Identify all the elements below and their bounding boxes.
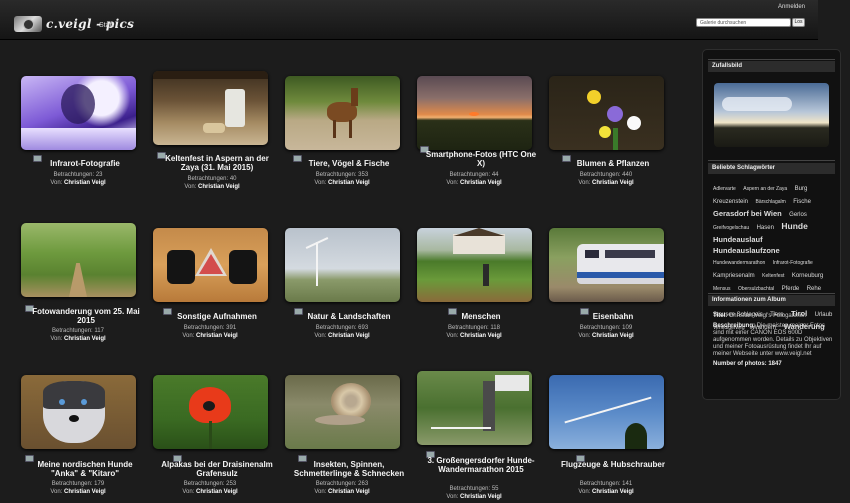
divider <box>708 160 835 161</box>
search-button[interactable]: Los <box>792 18 805 27</box>
tag-link[interactable]: Korneuburg <box>792 273 823 279</box>
album-title[interactable]: Natur & Landschaften <box>289 312 409 321</box>
album-thumbnail[interactable] <box>417 371 532 445</box>
login-link[interactable]: Anmelden <box>778 4 805 10</box>
album-meta: Betrachtungen: 253 Von: Christian Veigl <box>182 481 238 495</box>
search-input[interactable]: Galerie durchsuchen <box>696 18 791 27</box>
album-meta: Betrachtungen: 40 Von: Christian Veigl <box>184 176 240 190</box>
album-title[interactable]: Sonstige Aufnahmen <box>157 312 277 321</box>
random-image-heading: Zufallsbild <box>708 61 835 72</box>
album-card[interactable] <box>21 223 151 343</box>
album-title[interactable]: Tiere, Vögel & Fische <box>289 159 409 168</box>
tag-link[interactable]: Keltenfest <box>762 273 784 279</box>
tag-link[interactable]: Obersulzbachtal <box>738 286 774 292</box>
tag-link[interactable]: Hundeauslauf <box>713 235 763 244</box>
divider <box>708 59 835 60</box>
album-meta: Betrachtungen: 109 Von: Christian Veigl <box>578 325 634 339</box>
tag-link[interactable]: Pferde <box>782 286 800 292</box>
album-thumbnail[interactable] <box>549 76 664 150</box>
tags-heading: Beliebte Schlagwörter <box>708 163 835 174</box>
tag-link[interactable]: Aspern an der Zaya <box>743 186 787 192</box>
tag-link[interactable]: Hunde <box>781 221 807 231</box>
divider <box>708 293 835 294</box>
album-title[interactable]: Meine nordischen Hunde "Anka" & "Kitaro" <box>25 460 145 478</box>
album-title[interactable]: 3. Großengersdorfer Hunde-Wandermarathon… <box>421 456 541 474</box>
album-title[interactable]: Insekten, Spinnen, Schmetterlinge & Schn… <box>289 460 409 478</box>
sidebar: Zufallsbild Beliebte Schlagwörter Adlerv… <box>702 49 841 400</box>
tag-link[interactable]: Burg <box>795 186 808 192</box>
tag-link[interactable]: Greifvogelschau <box>713 225 749 231</box>
album-title[interactable]: Blumen & Pflanzen <box>553 159 673 168</box>
album-thumbnail[interactable] <box>21 76 136 150</box>
album-thumbnail[interactable] <box>285 76 400 150</box>
album-thumbnail[interactable] <box>417 228 532 302</box>
album-thumbnail[interactable] <box>153 71 268 145</box>
album-thumbnail[interactable] <box>417 76 532 150</box>
album-title[interactable]: Infrarot-Fotografie <box>25 159 145 168</box>
tag-link[interactable]: Gerlos <box>789 212 807 218</box>
album-title[interactable]: Alpakas bei der Draisinenalm Grafensulz <box>157 460 277 478</box>
album-meta: Betrachtungen: 55 Von: Christian Veigl <box>446 486 502 500</box>
album-meta: Betrachtungen: 179 Von: Christian Veigl <box>50 481 106 495</box>
album-title[interactable]: Flugzeuge & Hubschrauber <box>553 460 673 469</box>
album-card[interactable] <box>153 71 283 191</box>
album-thumbnail[interactable] <box>21 375 136 449</box>
album-info: Titel: Christian Veigl's Fotogalerien Be… <box>713 313 833 367</box>
album-thumbnail[interactable] <box>285 375 400 449</box>
album-meta: Betrachtungen: 141 Von: Christian Veigl <box>578 481 634 495</box>
album-thumbnail[interactable] <box>549 375 664 449</box>
album-meta: Betrachtungen: 23 Von: Christian Veigl <box>50 172 106 186</box>
tag-link[interactable]: Kreuzenstein <box>713 199 748 205</box>
album-meta: Betrachtungen: 440 Von: Christian Veigl <box>578 172 634 186</box>
album-thumbnail[interactable] <box>549 228 664 302</box>
album-title[interactable]: Menschen <box>421 312 541 321</box>
tag-link[interactable]: Bärschlagalm <box>755 199 785 205</box>
album-title[interactable]: Keltenfest in Aspern an der Zaya (31. Ma… <box>157 154 277 172</box>
tag-link[interactable]: Fische <box>793 199 811 205</box>
tag-link[interactable]: Hundeauslaufzone <box>713 246 780 255</box>
tag-link[interactable]: Kampriesenalm <box>713 273 755 279</box>
tag-link[interactable]: Adlervarte <box>713 186 736 192</box>
tag-link[interactable]: Hasen <box>757 225 774 231</box>
album-title[interactable]: Smartphone-Fotos (HTC One X) <box>421 150 541 168</box>
album-title[interactable]: Fotowanderung vom 25. Mai 2015 <box>26 307 146 325</box>
tag-link[interactable]: Infrarot-Fotografie <box>773 260 813 266</box>
tag-link[interactable]: Rehe <box>807 286 821 292</box>
album-thumbnail[interactable] <box>153 228 268 302</box>
album-thumbnail[interactable] <box>285 228 400 302</box>
tag-link[interactable]: Hundewandermarathon <box>713 260 765 266</box>
album-meta: Betrachtungen: 44 Von: Christian Veigl <box>446 172 502 186</box>
album-meta: Betrachtungen: 353 Von: Christian Veigl <box>314 172 370 186</box>
album-title[interactable]: Eisenbahn <box>553 312 673 321</box>
tag-cloud: Adlervarte Aspern an der Zaya Burg Kreuz… <box>713 181 837 333</box>
album-meta: Betrachtungen: 117 Von: Christian Veigl <box>50 328 106 342</box>
album-card[interactable] <box>417 371 547 500</box>
album-thumbnail[interactable] <box>21 223 136 297</box>
album-meta: Betrachtungen: 693 Von: Christian Veigl <box>314 325 370 339</box>
random-image[interactable] <box>714 83 829 147</box>
album-info-heading: Informationen zum Album <box>708 295 835 306</box>
album-meta: Betrachtungen: 118 Von: Christian Veigl <box>446 325 502 339</box>
album-grid: Infrarot-Fotografie Betrachtungen: 23 Vo… <box>0 0 700 503</box>
album-meta: Betrachtungen: 263 Von: Christian Veigl <box>314 481 370 495</box>
tag-link[interactable]: Gerasdorf bei Wien <box>713 209 782 218</box>
album-thumbnail[interactable] <box>153 375 268 449</box>
album-meta: Betrachtungen: 391 Von: Christian Veigl <box>182 325 238 339</box>
tag-link[interactable]: Mensus <box>713 286 731 292</box>
